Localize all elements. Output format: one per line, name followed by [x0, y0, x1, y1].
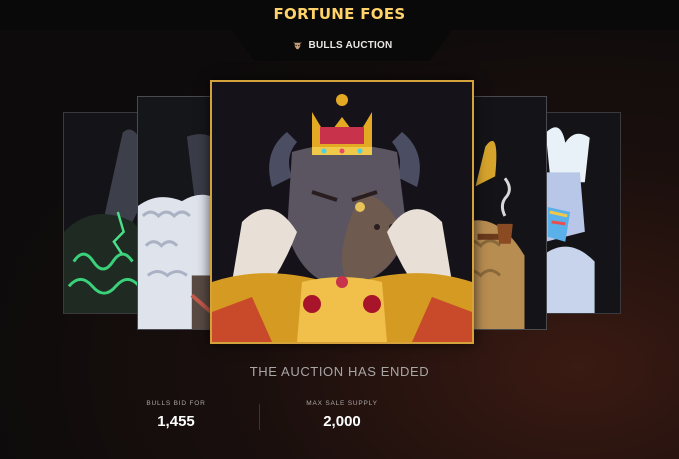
- tab-label: BULLS AUCTION: [308, 40, 393, 51]
- stats-divider: [259, 404, 260, 430]
- stat-max-supply: MAX SALE SUPPLY 2,000: [272, 400, 412, 430]
- stat-value: 2,000: [323, 413, 361, 430]
- bull-card-5[interactable]: [535, 112, 621, 314]
- stat-label: BULLS BID FOR: [146, 400, 206, 407]
- stat-label: MAX SALE SUPPLY: [306, 400, 378, 407]
- page-title: FORTUNE FOES: [273, 5, 406, 23]
- stat-value: 1,455: [157, 413, 195, 430]
- tab-bulls-auction[interactable]: BULLS AUCTION: [232, 30, 452, 61]
- stat-bulls-bid: BULLS BID FOR 1,455: [106, 400, 246, 430]
- bull-portrait-image: [536, 113, 620, 313]
- crowned-bull-portrait: [212, 82, 472, 342]
- featured-bull-card[interactable]: [210, 80, 474, 344]
- bull-head-icon: [292, 41, 302, 50]
- auction-status: THE AUCTION HAS ENDED: [249, 364, 430, 379]
